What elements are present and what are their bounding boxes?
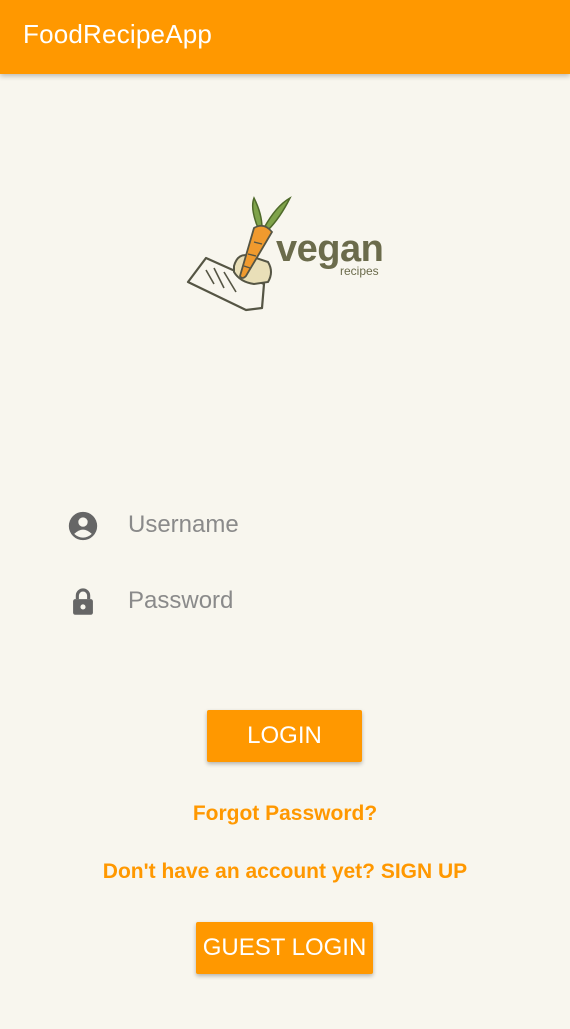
- login-button[interactable]: LOGIN: [207, 710, 362, 762]
- account-circle-icon: [68, 511, 98, 541]
- forgot-password-link[interactable]: Forgot Password?: [0, 802, 570, 826]
- username-field: [66, 502, 506, 548]
- lock-icon: [73, 588, 93, 615]
- password-input[interactable]: [128, 578, 498, 624]
- logo-subtitle: recipes: [340, 264, 379, 278]
- guest-login-button[interactable]: GUEST LOGIN: [196, 922, 373, 974]
- signup-link[interactable]: Don't have an account yet? SIGN UP: [0, 860, 570, 884]
- app-bar: FoodRecipeApp: [0, 0, 570, 74]
- username-input[interactable]: [128, 502, 498, 548]
- password-field: [66, 578, 506, 624]
- app-title: FoodRecipeApp: [23, 19, 213, 49]
- vegan-recipes-logo: vegan recipes: [184, 192, 388, 318]
